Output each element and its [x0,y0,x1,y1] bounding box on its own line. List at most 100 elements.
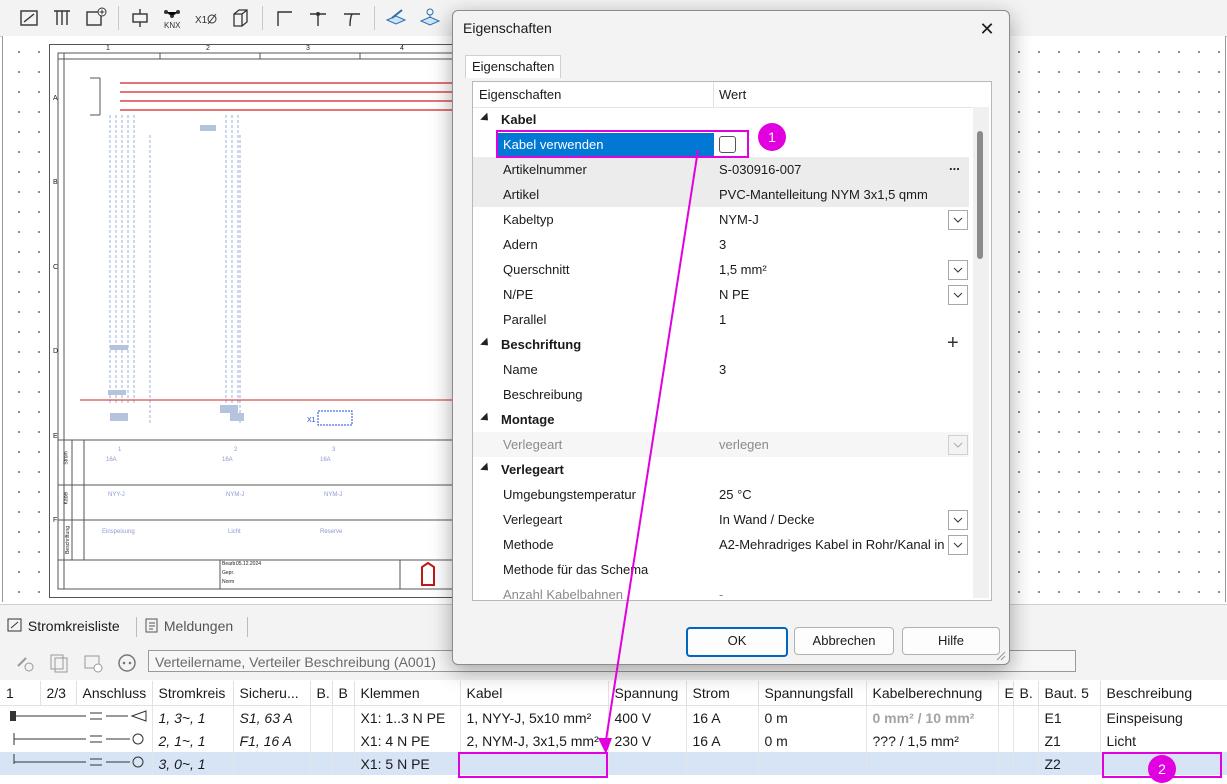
knx-icon[interactable]: KNX [160,6,184,30]
row-adern[interactable]: Adern 3 [473,232,969,257]
cell-baut5[interactable]: Z1 [1038,729,1101,752]
cell-e[interactable] [998,729,1014,752]
col-header[interactable]: Stromkreis [152,681,234,706]
cell-b2[interactable] [332,705,355,729]
cell-beschreibung[interactable]: Licht [1100,729,1227,752]
table-row-selected[interactable]: 3, 0~, 1 X1: 5 N PE Z2 [0,752,1227,775]
col-header[interactable]: B. [1013,681,1039,706]
cell-spannungsfall[interactable]: 0 m [758,705,867,729]
col-header[interactable]: Spannung [608,681,687,706]
cell-b2[interactable] [332,752,355,775]
collapse-triangle-icon[interactable] [480,462,492,474]
cell-stromkreis[interactable]: 3, 0~, 1 [152,752,234,775]
kabeltyp-dropdown[interactable] [948,210,968,230]
property-scrollbar[interactable] [973,107,989,598]
collapse-triangle-icon[interactable] [480,337,492,349]
row-querschnitt[interactable]: Querschnitt 1,5 mm² [473,257,969,282]
col-header[interactable]: B [332,681,355,706]
busbar-icon[interactable] [50,6,74,30]
row-name[interactable]: Name 3 [473,357,969,382]
cell-strom[interactable]: 16 A [686,705,759,729]
cell-b3[interactable] [1013,729,1039,752]
tab-meldungen[interactable]: Meldungen [144,615,233,637]
col-header[interactable]: E [998,681,1014,706]
cell-strom[interactable]: 16 A [686,729,759,752]
category-kabel[interactable]: Kabel [473,107,969,132]
col-header[interactable]: Klemmen [354,681,461,706]
category-montage[interactable]: Montage [473,407,969,432]
querschnitt-dropdown[interactable] [948,260,968,280]
row-anzahl-kabelbahnen[interactable]: Anzahl Kabelbahnen - [473,582,969,600]
col-header[interactable]: Kabelberechnung [866,681,999,706]
methode-dropdown[interactable] [948,535,968,555]
cell-beschreibung[interactable]: Einspeisung [1100,705,1227,729]
x1-terminal-icon[interactable]: X1 [194,6,218,30]
row-methode-schema[interactable]: Methode für das Schema [473,557,969,582]
category-beschriftung[interactable]: Beschriftung + [473,332,969,357]
copy-list-icon[interactable] [48,652,70,674]
row-artikel[interactable]: Artikel PVC-Mantelleitung NYM 3x1,5 qmm [473,182,969,207]
collapse-triangle-icon[interactable] [480,112,492,124]
collapse-triangle-icon[interactable] [480,412,492,424]
table-row[interactable]: 2, 1~, 1 F1, 16 A X1: 4 N PE 2, NYM-J, 3… [0,729,1227,752]
row-verlegeart[interactable]: Verlegeart In Wand / Decke [473,507,969,532]
cell-spannung[interactable]: 230 V [608,729,687,752]
cell-kabelberechnung[interactable]: 0 mm² / 10 mm² [866,705,999,729]
layer-stack-icon[interactable] [418,6,442,30]
col-header[interactable]: Beschreibung [1100,681,1227,706]
cell-b3[interactable] [1013,752,1039,775]
col-header[interactable]: Strom [686,681,759,706]
row-kabeltyp[interactable]: Kabeltyp NYM-J [473,207,969,232]
cell-kabel[interactable]: 2, NYM-J, 3x1,5 mm² [460,729,609,752]
table-row[interactable]: 1, 3~, 1 S1, 63 A X1: 1..3 N PE 1, NYY-J… [0,705,1227,729]
scroll-thumb[interactable] [977,131,983,259]
cell-kabelberechnung[interactable] [866,752,999,775]
cell-b1[interactable] [310,752,333,775]
cell-b3[interactable] [1013,705,1039,729]
col-header[interactable]: 1 [0,681,41,706]
cell-e[interactable] [998,705,1014,729]
tab-eigenschaften[interactable]: Eigenschaften [465,55,562,78]
cell-spannungsfall[interactable] [758,752,867,775]
cell-kabelberechnung[interactable]: ??? / 1,5 mm² [866,729,999,752]
cell-kabel[interactable]: 1, NYY-J, 5x10 mm² [460,705,609,729]
col-header[interactable]: Anschluss [76,681,153,706]
cancel-button[interactable]: Abbrechen [794,627,894,655]
close-icon[interactable]: ✕ [973,15,1001,43]
corner-line-icon[interactable] [272,6,296,30]
col-header[interactable]: Spannungsfall [758,681,867,706]
cell-b1[interactable] [310,705,333,729]
cell-klemmen[interactable]: X1: 1..3 N PE [354,705,461,729]
col-header[interactable]: Kabel [460,681,609,706]
row-artikelnummer[interactable]: Artikelnummer S-030916-007 ... [473,157,969,182]
cell-klemmen[interactable]: X1: 4 N PE [354,729,461,752]
cell-baut5[interactable]: Z2 [1038,752,1101,775]
row-n-pe[interactable]: N/PE N PE [473,282,969,307]
row-methode[interactable]: Methode A2-Mehradriges Kabel in Rohr/Kan… [473,532,969,557]
row-parallel[interactable]: Parallel 1 [473,307,969,332]
ok-button[interactable]: OK [686,627,788,657]
distribution-board-icon[interactable] [18,6,42,30]
verlegeart-dropdown[interactable] [948,510,968,530]
cell-sicherung[interactable] [233,752,311,775]
branch-line-icon[interactable] [340,6,364,30]
add-icon[interactable]: + [947,332,959,354]
box-icon[interactable] [228,6,252,30]
cell-klemmen[interactable]: X1: 5 N PE [354,752,461,775]
socket-icon[interactable] [116,652,138,674]
cell-b1[interactable] [310,729,333,752]
col-header[interactable]: 2/3 [40,681,77,706]
col-header[interactable]: B. [310,681,333,706]
tab-stromkreisliste[interactable]: Stromkreisliste [6,615,120,637]
category-verlegeart[interactable]: Verlegeart [473,457,969,482]
row-beschreibung[interactable]: Beschreibung [473,382,969,407]
ellipsis-button[interactable]: ... [949,158,960,173]
cell-e[interactable] [998,752,1014,775]
cell-strom[interactable] [686,752,759,775]
cell-stromkreis[interactable]: 1, 3~, 1 [152,705,234,729]
cell-stromkreis[interactable]: 2, 1~, 1 [152,729,234,752]
t-junction-icon[interactable] [306,6,330,30]
col-header[interactable]: Baut. 5 [1038,681,1101,706]
n-pe-dropdown[interactable] [948,285,968,305]
cell-b2[interactable] [332,729,355,752]
